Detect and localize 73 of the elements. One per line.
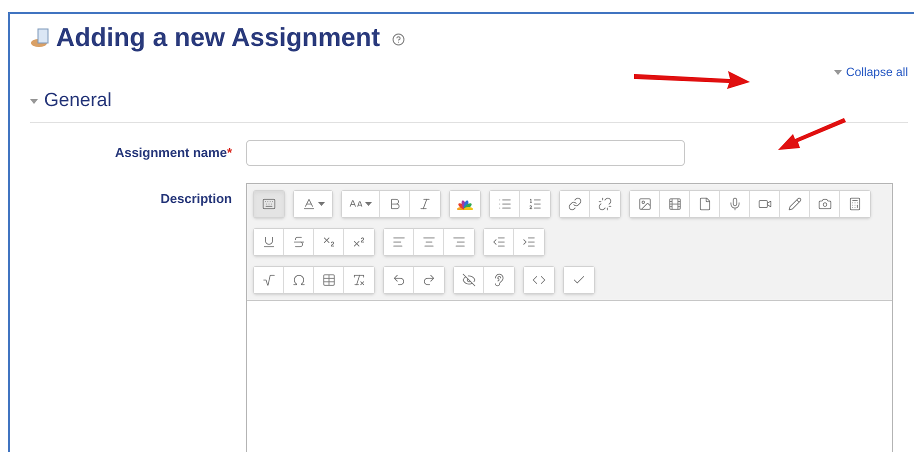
camera-icon	[818, 196, 832, 210]
toolbar-button[interactable]	[560, 190, 590, 216]
italic-icon	[418, 196, 432, 210]
caret-icon	[318, 202, 324, 206]
table-icon	[322, 272, 336, 286]
toolbar-button[interactable]	[384, 228, 414, 254]
field-label: Description	[160, 190, 232, 208]
strikethrough-icon	[292, 234, 306, 248]
unlink-icon	[598, 196, 612, 210]
toolbar-button[interactable]	[490, 190, 520, 216]
numbered-list-icon	[528, 196, 542, 210]
expanded-caret-icon[interactable]	[30, 97, 38, 106]
caret-icon	[834, 70, 842, 74]
caret-icon	[365, 202, 372, 206]
toolbar-button[interactable]	[780, 190, 810, 216]
toolbar-button[interactable]	[254, 228, 284, 254]
square-root-icon	[262, 272, 276, 286]
subscript-icon	[322, 234, 336, 248]
clear-formatting-icon	[352, 272, 366, 286]
toolbar-button[interactable]	[840, 190, 870, 216]
microphone-icon	[728, 196, 742, 210]
align-center-icon	[422, 234, 436, 248]
section-title[interactable]: General	[44, 87, 112, 116]
page-title: Adding a new Assignment	[56, 21, 380, 54]
indent-icon	[522, 234, 536, 248]
toolbar-button[interactable]	[444, 228, 474, 254]
toolbar-button[interactable]	[484, 266, 514, 292]
assignment-name-field[interactable]	[246, 140, 685, 166]
toolbar-button[interactable]	[810, 190, 840, 216]
toolbar-toggle-icon	[262, 196, 276, 210]
toolbar-button[interactable]	[384, 266, 414, 292]
help-icon	[392, 33, 406, 46]
font-color-icon	[302, 196, 316, 210]
align-right-icon	[452, 234, 466, 248]
toolbar-button[interactable]	[284, 228, 314, 254]
omega-icon	[292, 272, 306, 286]
undo-icon	[392, 272, 406, 286]
toolbar-button[interactable]	[720, 190, 750, 216]
toolbar-button[interactable]	[630, 190, 660, 216]
redo-icon	[422, 272, 436, 286]
toolbar-button[interactable]	[590, 190, 620, 216]
toolbar-button[interactable]	[660, 190, 690, 216]
image-icon	[638, 196, 652, 210]
toolbar-button[interactable]	[414, 228, 444, 254]
toolbar-button[interactable]	[344, 228, 374, 254]
pencil-icon	[788, 196, 802, 210]
collapse-all-link[interactable]: Collapse all	[834, 63, 908, 81]
toolbar-button[interactable]	[454, 266, 484, 292]
color-fan-icon	[457, 198, 473, 210]
outdent-icon	[492, 234, 506, 248]
film-icon	[668, 196, 682, 210]
superscript-icon	[352, 234, 366, 248]
toolbar-button[interactable]	[484, 228, 514, 254]
align-left-icon	[392, 234, 406, 248]
toolbar-button[interactable]	[284, 266, 314, 292]
link-icon	[568, 196, 582, 210]
toolbar-button[interactable]	[254, 266, 284, 292]
toolbar-button[interactable]	[314, 266, 344, 292]
underline-icon	[262, 234, 276, 248]
eye-off-icon	[462, 272, 476, 286]
toolbar-button[interactable]	[520, 190, 550, 216]
toolbar-button[interactable]	[314, 228, 344, 254]
toolbar-button[interactable]	[514, 228, 544, 254]
toolbar-button[interactable]	[690, 190, 720, 216]
toolbar-button[interactable]	[750, 190, 780, 216]
file-icon	[698, 196, 712, 210]
toolbar-button[interactable]	[380, 190, 410, 216]
field-label: Assignment name*	[114, 144, 232, 162]
calculator-icon	[848, 196, 862, 210]
toolbar-button[interactable]	[414, 266, 444, 292]
ear-icon	[492, 272, 506, 286]
toolbar-button[interactable]	[344, 266, 374, 292]
toolbar-button[interactable]	[342, 190, 380, 216]
